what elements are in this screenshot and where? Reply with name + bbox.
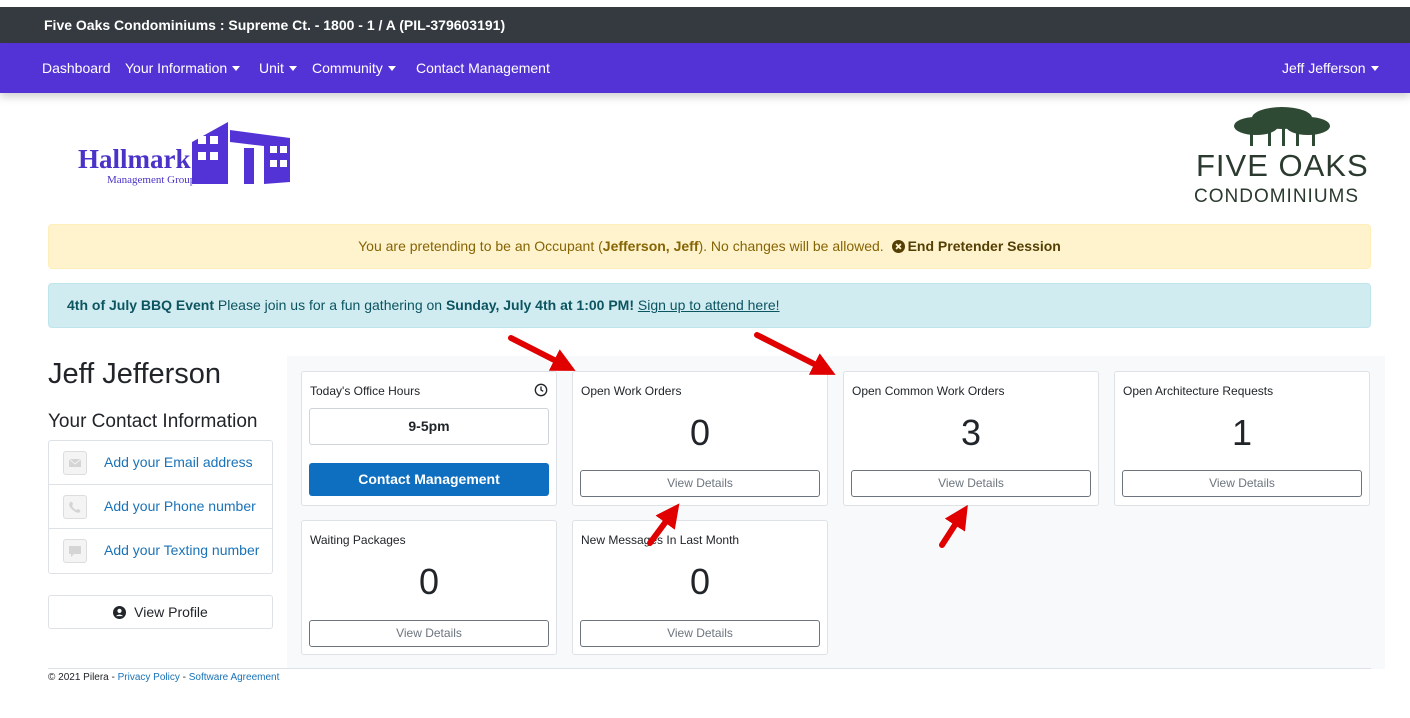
architecture-view-details-button[interactable]: View Details: [1122, 470, 1362, 497]
caret-down-icon: [232, 65, 241, 71]
main-navbar: Dashboard Your Information Unit Communit…: [0, 43, 1410, 93]
nav-contact-management[interactable]: Contact Management: [416, 43, 550, 93]
user-menu[interactable]: Jeff Jefferson: [1282, 43, 1379, 93]
footer: © 2021 Pilera - Privacy Policy - Softwar…: [48, 672, 280, 683]
privacy-policy-link[interactable]: Privacy Policy: [118, 672, 180, 683]
envelope-icon: [63, 451, 87, 475]
messages-count: 0: [689, 561, 711, 602]
packages-card: Waiting Packages 0 View Details: [301, 520, 557, 655]
add-email-item[interactable]: Add your Email address: [49, 441, 272, 485]
work-orders-view-details-button[interactable]: View Details: [580, 470, 820, 497]
pretender-alert: You are pretending to be an Occupant (Je…: [48, 224, 1371, 269]
office-hours-card: Today's Office Hours 9-5pm Contact Manag…: [301, 371, 557, 506]
work-orders-count: 0: [689, 412, 711, 453]
architecture-requests-card: Open Architecture Requests 1 View Detail…: [1114, 371, 1370, 506]
software-agreement-link[interactable]: Software Agreement: [189, 672, 280, 683]
add-texting-item[interactable]: Add your Texting number: [49, 529, 272, 573]
common-work-orders-count: 3: [960, 412, 982, 453]
phone-icon: [63, 495, 87, 519]
messages-view-details-button[interactable]: View Details: [580, 620, 820, 647]
event-announcement: 4th of July BBQ Event Please join us for…: [48, 283, 1371, 328]
caret-down-icon: [1370, 65, 1379, 71]
work-orders-card: Open Work Orders 0 View Details: [572, 371, 828, 506]
contact-management-button[interactable]: Contact Management: [309, 463, 549, 496]
property-title: Five Oaks Condominiums : Supreme Ct. - 1…: [44, 17, 506, 33]
five-oaks-logo: FIVE OAKS CONDOMINIUMS: [1190, 106, 1372, 210]
event-signup-link[interactable]: Sign up to attend here!: [638, 297, 780, 313]
nav-community[interactable]: Community: [312, 43, 396, 93]
nav-dashboard[interactable]: Dashboard: [42, 43, 111, 93]
profile-name: Jeff Jefferson: [48, 358, 222, 390]
messages-card: New Messages In Last Month 0 View Detail…: [572, 520, 828, 655]
clock-icon: [534, 383, 548, 397]
office-hours-value: 9-5pm: [309, 408, 549, 445]
oak-trees-icon: [1234, 107, 1330, 146]
chat-icon: [63, 539, 87, 563]
caret-down-icon: [387, 65, 396, 71]
packages-view-details-button[interactable]: View Details: [309, 620, 549, 647]
caret-down-icon: [288, 65, 297, 71]
end-pretender-link[interactable]: End Pretender Session: [891, 238, 1061, 254]
add-phone-item[interactable]: Add your Phone number: [49, 485, 272, 529]
common-work-orders-view-details-button[interactable]: View Details: [851, 470, 1091, 497]
hallmark-logo: Hallmark Management Group: [78, 122, 292, 188]
packages-count: 0: [418, 561, 440, 602]
top-title-bar: Five Oaks Condominiums : Supreme Ct. - 1…: [0, 7, 1410, 43]
common-work-orders-card: Open Common Work Orders 3 View Details: [843, 371, 1099, 506]
footer-divider: [48, 668, 1371, 669]
nav-unit[interactable]: Unit: [259, 43, 297, 93]
nav-your-information[interactable]: Your Information: [125, 43, 241, 93]
architecture-requests-count: 1: [1231, 412, 1253, 453]
user-circle-icon: [113, 606, 127, 619]
dashboard-panel: Today's Office Hours 9-5pm Contact Manag…: [287, 356, 1385, 669]
contact-list: Add your Email address Add your Phone nu…: [48, 440, 273, 574]
view-profile-button[interactable]: View Profile: [48, 595, 273, 629]
close-circle-icon: [891, 240, 905, 253]
contact-info-heading: Your Contact Information: [48, 411, 258, 432]
